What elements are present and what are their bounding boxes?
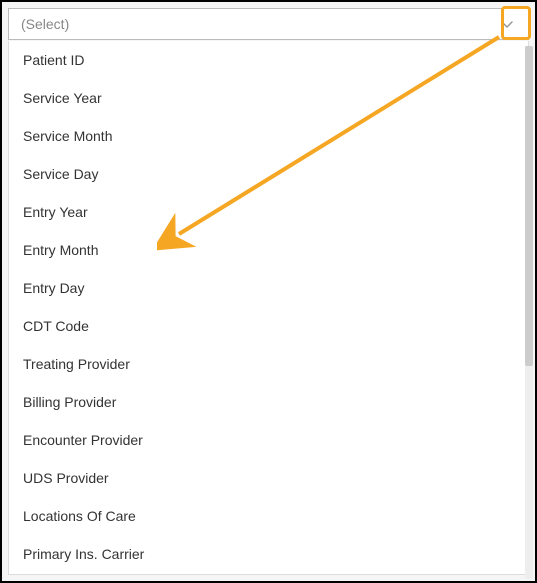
scrollbar-thumb[interactable] (525, 46, 533, 366)
scrollbar[interactable] (525, 46, 533, 579)
dropdown-list[interactable]: Patient IDService YearService MonthServi… (8, 41, 529, 575)
dropdown-item[interactable]: Locations Of Care (9, 497, 528, 535)
dropdown-item[interactable]: Entry Year (9, 193, 528, 231)
dropdown-item[interactable]: Entry Day (9, 269, 528, 307)
dropdown-item[interactable]: Payer Name (9, 573, 528, 575)
dropdown-item[interactable]: Service Month (9, 117, 528, 155)
select-placeholder: (Select) (21, 16, 69, 32)
dropdown-item[interactable]: Billing Provider (9, 383, 528, 421)
dropdown-item[interactable]: Patient ID (9, 41, 528, 79)
dropdown-item[interactable]: Treating Provider (9, 345, 528, 383)
dropdown-item[interactable]: Service Year (9, 79, 528, 117)
dropdown-container: (Select) Patient IDService YearService M… (2, 2, 535, 581)
dropdown-item[interactable]: UDS Provider (9, 459, 528, 497)
dropdown-item[interactable]: Entry Month (9, 231, 528, 269)
dropdown-item[interactable]: CDT Code (9, 307, 528, 345)
select-box[interactable]: (Select) (8, 8, 529, 40)
dropdown-item[interactable]: Encounter Provider (9, 421, 528, 459)
dropdown-item[interactable]: Primary Ins. Carrier (9, 535, 528, 573)
chevron-down-icon[interactable] (494, 11, 520, 37)
dropdown-item[interactable]: Service Day (9, 155, 528, 193)
